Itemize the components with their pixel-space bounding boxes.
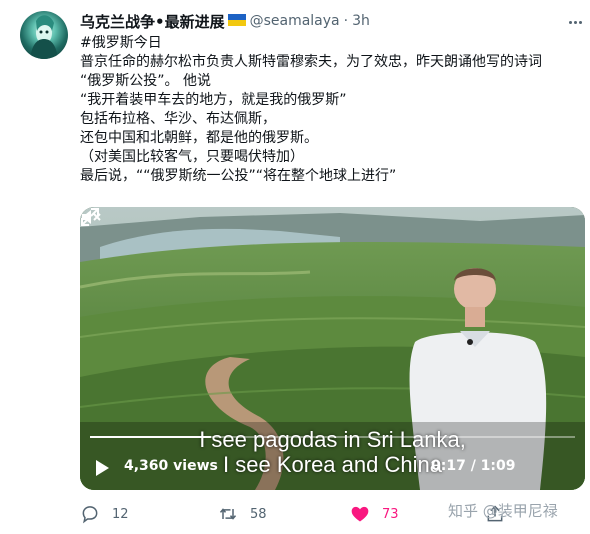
watermark: 知乎 @装甲尼禄 xyxy=(448,502,558,520)
subtitle-line: I see pagodas in Sri Lanka, xyxy=(199,427,466,452)
more-icon[interactable] xyxy=(565,12,585,32)
like-button[interactable]: 73 xyxy=(350,502,399,526)
handle[interactable]: @seamalaya xyxy=(250,13,340,29)
view-count: 4,360 views xyxy=(124,458,218,474)
avatar[interactable] xyxy=(20,11,68,59)
progress-bar[interactable] xyxy=(90,436,575,438)
text-line: 还包中国和北朝鲜，都是他的俄罗斯。 xyxy=(80,130,318,146)
retweet-count: 58 xyxy=(250,506,267,522)
retweet-button[interactable]: 58 xyxy=(218,502,267,526)
reply-button[interactable]: 12 xyxy=(80,502,129,526)
video-player[interactable]: I see pagodas in Sri Lanka, I see Korea … xyxy=(80,207,585,490)
timestamp[interactable]: 3h xyxy=(352,13,370,29)
text-line: “俄罗斯公投”。 他说 xyxy=(80,73,211,89)
fullscreen-icon[interactable] xyxy=(80,207,100,227)
flag-icon xyxy=(227,14,246,26)
text-line: 包括布拉格、华沙、布达佩斯， xyxy=(80,111,276,127)
reply-icon xyxy=(82,506,98,524)
reply-count: 12 xyxy=(112,506,129,522)
tweet-header: 乌克兰战争•最新进展 @seamalaya · 3h xyxy=(80,10,370,32)
like-icon xyxy=(351,506,369,522)
text-line: 普京任命的赫尔松市负责人斯特雷穆索夫，为了效忠，昨天朗诵他写的诗词 xyxy=(80,54,542,70)
tweet-text: #俄罗斯今日 普京任命的赫尔松市负责人斯特雷穆索夫，为了效忠，昨天朗诵他写的诗词… xyxy=(80,34,580,186)
time-readout: 0:17 / 1:09 xyxy=(431,458,516,474)
hashtag-line[interactable]: #俄罗斯今日 xyxy=(80,34,580,53)
progress-fill xyxy=(90,436,212,438)
separator-dot: · xyxy=(343,13,349,29)
retweet-icon xyxy=(219,508,237,520)
play-icon[interactable] xyxy=(96,460,109,476)
avatar-artwork xyxy=(30,15,58,59)
display-name[interactable]: 乌克兰战争•最新进展 xyxy=(80,11,225,32)
text-line: （对美国比较客气，只要喝伏特加） xyxy=(80,149,304,165)
like-count: 73 xyxy=(382,506,399,522)
tweet[interactable]: 乌克兰战争•最新进展 @seamalaya · 3h #俄罗斯今日 普京任命的赫… xyxy=(0,0,590,534)
text-line: “我开着装甲车去的地方，就是我的俄罗斯” xyxy=(80,92,347,108)
text-line: 最后说，““俄罗斯统一公投”“将在整个地球上进行” xyxy=(80,168,397,184)
